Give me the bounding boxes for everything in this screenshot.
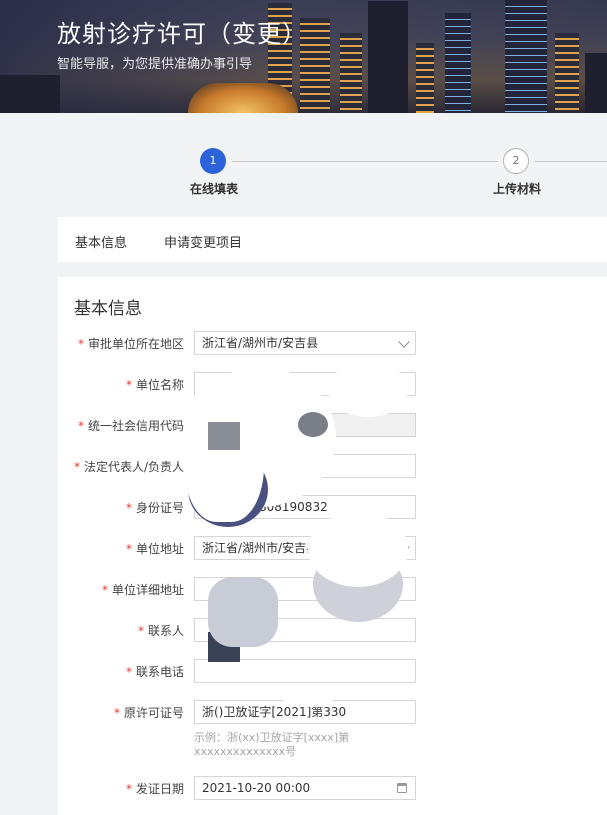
skyline-building <box>416 43 434 113</box>
step-2-label: 上传材料 <box>493 182 542 196</box>
address-label: * 单位地址 <box>125 542 184 556</box>
region-select[interactable]: 浙江省/湖州市/安吉县 <box>194 331 416 355</box>
redaction-mark <box>308 512 408 587</box>
orig-license-hint: 示例：浙(xx)卫放证字[xxxx]第xxxxxxxxxxxxxx号 <box>194 731 350 758</box>
issue-date-picker[interactable]: 2021-10-20 00:00 <box>194 776 416 800</box>
redaction-mark <box>208 577 278 647</box>
skyline-building <box>585 53 607 113</box>
page-subtitle: 智能导服，为您提供准确办事引导 <box>57 57 253 72</box>
step-1-label: 在线填表 <box>190 182 239 196</box>
phone-label: * 联系电话 <box>125 665 184 679</box>
region-label: * 审批单位所在地区 <box>77 337 184 351</box>
tab-change-items[interactable]: 申请变更项目 <box>164 232 242 251</box>
redaction-mark <box>283 695 333 707</box>
phone-input[interactable] <box>194 659 416 683</box>
step-1-indicator: 1 <box>200 148 226 174</box>
step-connector <box>535 161 607 162</box>
form-tabs: 基本信息 申请变更项目 <box>58 217 607 262</box>
contact-label: * 联系人 <box>137 624 184 638</box>
skyline-building <box>445 13 471 113</box>
redaction-mark <box>208 422 240 450</box>
basic-info-form: 基本信息 * 审批单位所在地区 浙江省/湖州市/安吉县 * 单位名称 * 统一社会信用… <box>58 277 607 815</box>
page-banner: 放射诊疗许可（变更） 智能导服，为您提供准确办事引导 <box>0 0 607 113</box>
skyline-building <box>555 33 579 113</box>
skyline-dome <box>188 83 298 113</box>
step-2-indicator: 2 <box>503 148 529 174</box>
skyline-building <box>340 33 362 113</box>
issue-date-label: * 发证日期 <box>125 782 184 796</box>
chevron-down-icon <box>398 336 410 348</box>
progress-steps: 1 在线填表 2 上传材料 <box>0 113 607 217</box>
skyline-building <box>368 1 408 113</box>
skyline-building <box>505 0 547 113</box>
redaction-mark <box>298 412 328 437</box>
orig-license-label: * 原许可证号 <box>113 706 184 720</box>
section-title: 基本信息 <box>74 299 142 319</box>
unit-name-label: * 单位名称 <box>125 378 184 392</box>
credit-code-label: * 统一社会信用代码 <box>77 419 184 433</box>
redaction-mark <box>328 362 408 417</box>
tab-basic-info[interactable]: 基本信息 <box>75 232 127 251</box>
address-detail-label: * 单位详细地址 <box>101 583 184 597</box>
required-mark: * <box>77 337 84 351</box>
redaction-mark <box>184 382 264 522</box>
step-connector <box>232 161 498 162</box>
page-title: 放射诊疗许可（变更） <box>57 20 307 48</box>
calendar-icon <box>397 783 407 793</box>
skyline-building <box>0 75 60 113</box>
id-number-label: * 身份证号 <box>125 501 184 515</box>
legal-person-label: * 法定代表人/负责人 <box>73 460 184 474</box>
